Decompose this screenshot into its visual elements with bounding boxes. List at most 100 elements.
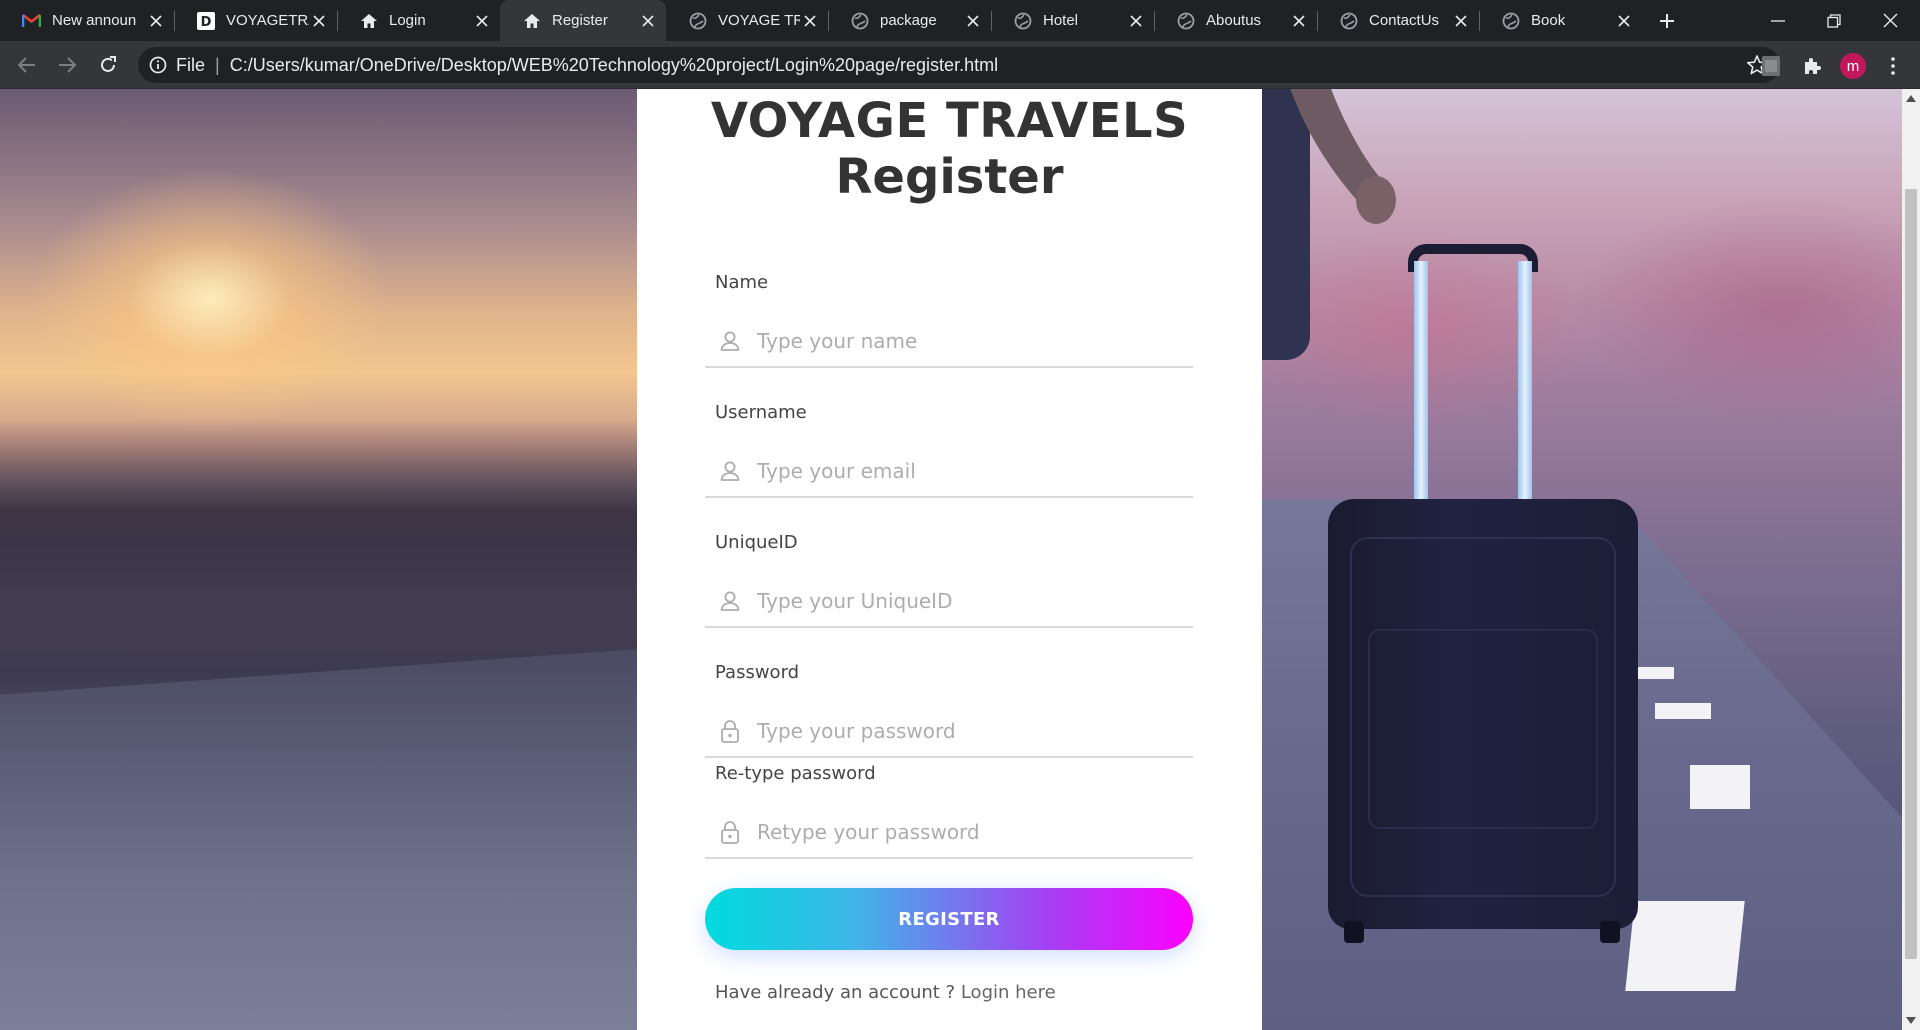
- plus-icon: [1660, 14, 1674, 28]
- register-card: VOYAGE TRAVELS Register Name Username: [637, 89, 1262, 1030]
- suitcase-rod: [1414, 261, 1428, 511]
- minimize-icon: [1771, 19, 1785, 22]
- reload-button[interactable]: [93, 50, 123, 80]
- tab-book[interactable]: Book: [1479, 0, 1642, 41]
- svg-text:D: D: [200, 15, 211, 30]
- tab-hotel[interactable]: Hotel: [991, 0, 1155, 41]
- traveller-arm: [1290, 89, 1396, 224]
- scrollbar-thumb[interactable]: [1905, 189, 1917, 959]
- browser-menu-button[interactable]: [1880, 52, 1906, 80]
- globe-icon: [850, 11, 869, 30]
- address-bar[interactable]: File | C:/Users/kumar/OneDrive/Desktop/W…: [138, 47, 1780, 83]
- close-icon: [1883, 13, 1897, 28]
- url-text[interactable]: C:/Users/kumar/OneDrive/Desktop/WEB%20Te…: [230, 55, 998, 76]
- more-vert-icon: [1891, 57, 1895, 75]
- login-prompt-text: Have already an account ?: [715, 982, 956, 1003]
- register-button[interactable]: REGISTER: [705, 888, 1193, 950]
- tab-title: Hotel: [1043, 12, 1079, 29]
- extensions-menu-button[interactable]: [1799, 53, 1825, 79]
- password-label: Password: [715, 662, 800, 683]
- tab-package[interactable]: package: [828, 0, 992, 41]
- tab-aboutus[interactable]: Aboutus: [1154, 0, 1318, 41]
- password-input[interactable]: [757, 711, 1177, 751]
- name-input[interactable]: [757, 321, 1177, 361]
- url-separator: |: [215, 54, 220, 75]
- tab-login[interactable]: Login: [337, 0, 500, 41]
- page-scrollbar[interactable]: [1902, 89, 1920, 1030]
- tab-title: Book: [1531, 12, 1566, 29]
- retype-password-field[interactable]: [705, 807, 1193, 859]
- scroll-down-arrow-icon[interactable]: [1906, 1017, 1916, 1024]
- close-window-button[interactable]: [1862, 0, 1918, 41]
- globe-icon: [688, 11, 707, 30]
- uniqueid-label: UniqueID: [715, 532, 798, 553]
- retype-password-field-group: Re-type password: [705, 763, 1193, 903]
- tab-title: Aboutus: [1206, 12, 1262, 29]
- background-photo-left: [0, 89, 637, 1030]
- back-button[interactable]: [12, 50, 42, 80]
- password-field[interactable]: [705, 706, 1193, 758]
- tab-register[interactable]: Register: [500, 0, 666, 41]
- new-tab-button[interactable]: [1654, 8, 1680, 34]
- user-icon: [717, 588, 743, 614]
- name-field[interactable]: [705, 316, 1193, 368]
- username-field-group: Username: [705, 402, 1193, 542]
- user-icon: [717, 328, 743, 354]
- tab-voyagetravels[interactable]: D VOYAGETRA: [174, 0, 338, 41]
- info-icon[interactable]: [148, 55, 168, 75]
- retype-password-label: Re-type password: [715, 763, 876, 784]
- home-icon: [359, 11, 378, 30]
- close-icon[interactable]: [638, 11, 658, 31]
- username-field[interactable]: [705, 446, 1193, 498]
- close-icon[interactable]: [1614, 11, 1634, 31]
- lane-marking: [1690, 765, 1750, 809]
- scroll-up-arrow-icon[interactable]: [1906, 95, 1916, 102]
- arrow-right-icon: [59, 57, 76, 73]
- arrow-left-icon: [18, 57, 35, 73]
- minimize-button[interactable]: [1750, 0, 1806, 41]
- gmail-icon: [22, 11, 41, 30]
- close-icon[interactable]: [1126, 11, 1146, 31]
- login-link[interactable]: Login here: [961, 982, 1056, 1003]
- close-icon[interactable]: [472, 11, 492, 31]
- tab-strip: New announ D VOYAGETRA Login Register VO…: [0, 0, 1920, 41]
- tab-gmail[interactable]: New announ: [0, 0, 175, 41]
- lock-icon: [717, 819, 743, 845]
- uniqueid-field[interactable]: [705, 576, 1193, 628]
- close-icon[interactable]: [309, 11, 329, 31]
- uniqueid-input[interactable]: [757, 581, 1177, 621]
- tab-title: package: [880, 12, 937, 29]
- url-scheme-label: File: [176, 54, 206, 75]
- tab-title: ContactUs: [1369, 12, 1440, 29]
- extension-button[interactable]: [1758, 53, 1784, 79]
- puzzle-icon: [1805, 58, 1821, 74]
- close-icon[interactable]: [963, 11, 983, 31]
- close-icon[interactable]: [1451, 11, 1471, 31]
- close-icon[interactable]: [1289, 11, 1309, 31]
- close-icon[interactable]: [146, 11, 166, 31]
- lock-icon: [717, 718, 743, 744]
- suitcase: [1328, 499, 1638, 929]
- page-viewport: VOYAGE TRAVELS Register Name Username: [0, 89, 1902, 1030]
- brand-title: VOYAGE TRAVELS: [710, 93, 1189, 149]
- profile-avatar[interactable]: m: [1840, 53, 1866, 79]
- tab-title: Register: [552, 12, 608, 29]
- background-road: [0, 649, 637, 1030]
- name-label: Name: [715, 272, 769, 293]
- suitcase-pocket: [1368, 629, 1598, 829]
- globe-icon: [1013, 11, 1032, 30]
- globe-icon: [1501, 11, 1520, 30]
- tab-voyage-tr[interactable]: VOYAGE TR: [666, 0, 829, 41]
- reload-icon: [101, 56, 116, 72]
- restore-button[interactable]: [1806, 0, 1862, 41]
- forward-button[interactable]: [52, 50, 82, 80]
- retype-password-input[interactable]: [757, 812, 1177, 852]
- tab-title: Login: [389, 12, 426, 29]
- tab-contactus[interactable]: ContactUs: [1317, 0, 1480, 41]
- close-icon[interactable]: [800, 11, 820, 31]
- lane-marking: [1625, 901, 1745, 991]
- suitcase-wheel: [1344, 921, 1364, 943]
- username-input[interactable]: [757, 451, 1177, 491]
- restore-icon: [1827, 13, 1841, 28]
- globe-icon: [1339, 11, 1358, 30]
